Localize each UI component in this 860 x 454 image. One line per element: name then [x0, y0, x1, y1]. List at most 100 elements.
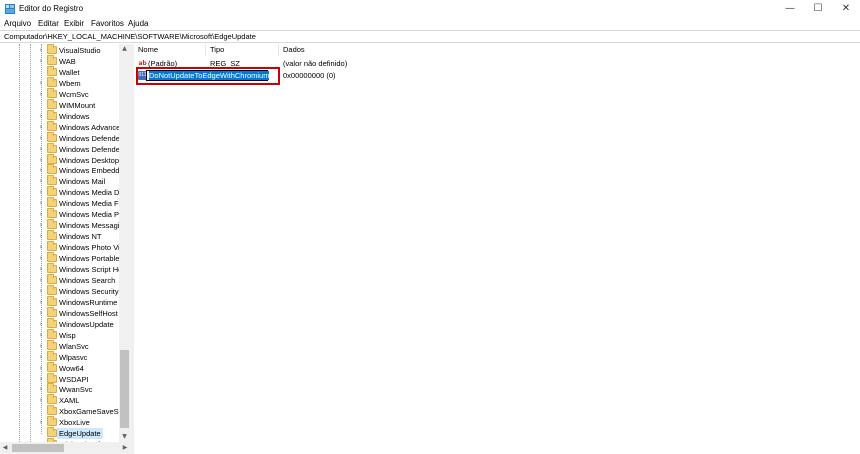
tree-item[interactable]: WIMMount: [0, 98, 122, 111]
expand-chevron-icon[interactable]: ›: [37, 320, 45, 328]
expand-chevron-icon[interactable]: ›: [37, 298, 45, 306]
expand-chevron-icon[interactable]: ›: [37, 353, 45, 361]
tree-item-label: WSDAPI: [59, 374, 89, 384]
tree-item[interactable]: › Wow64: [0, 361, 122, 374]
values-list[interactable]: Nome Tipo Dados ab (Padrão) REG_SZ (valo…: [134, 44, 860, 454]
expand-chevron-icon[interactable]: ›: [37, 221, 45, 229]
scroll-left-arrow-icon[interactable]: ◀: [0, 442, 10, 454]
tree-item[interactable]: › WindowsUpdate: [0, 317, 122, 330]
tree-item[interactable]: › WindowsRuntime: [0, 295, 122, 308]
tree-item[interactable]: › Windows Mail: [0, 175, 122, 187]
expand-chevron-icon[interactable]: ›: [37, 287, 45, 295]
expand-chevron-icon[interactable]: ›: [37, 112, 45, 120]
tree-item[interactable]: › Wlpasvc: [0, 350, 122, 363]
expand-chevron-icon[interactable]: ›: [37, 46, 45, 54]
address-path[interactable]: Computador\HKEY_LOCAL_MACHINE\SOFTWARE\M…: [4, 32, 256, 41]
tree-item[interactable]: › VisualStudio: [0, 44, 122, 56]
expand-chevron-icon[interactable]: ›: [37, 177, 45, 185]
expand-chevron-icon[interactable]: ›: [37, 123, 45, 131]
menu-editar[interactable]: Editar: [38, 19, 59, 28]
expand-chevron-icon[interactable]: ›: [37, 418, 45, 426]
tree-item-label: WIMMount: [59, 100, 96, 110]
window-title: Editor do Registro: [19, 4, 84, 13]
expand-chevron-icon[interactable]: ›: [37, 276, 45, 284]
tree-item[interactable]: › Windows Messagin: [0, 219, 124, 231]
tree-item[interactable]: › Windows Script Ho: [0, 263, 122, 275]
tree-item[interactable]: › Windows: [0, 109, 122, 122]
tree-item[interactable]: › Windows Defender: [0, 142, 123, 155]
tree-item[interactable]: › Wisp: [0, 328, 122, 341]
expand-chevron-icon[interactable]: ›: [37, 210, 45, 218]
expand-chevron-icon[interactable]: ›: [37, 145, 45, 153]
expand-chevron-icon[interactable]: ›: [37, 254, 45, 262]
expand-chevron-icon[interactable]: ›: [37, 331, 45, 339]
address-bar[interactable]: Computador\HKEY_LOCAL_MACHINE\SOFTWARE\M…: [0, 30, 860, 43]
tree-item[interactable]: Wallet: [0, 65, 122, 78]
tree-item[interactable]: › WlanSvc: [0, 339, 122, 352]
tree-item[interactable]: › Windows Desktop S: [0, 153, 126, 166]
tree-item-label: WindowsUpdate: [59, 319, 114, 329]
tree-item-label: Wlpasvc: [59, 352, 88, 362]
tree-scroll-thumb[interactable]: [120, 350, 129, 428]
tree-item[interactable]: › Windows Media De: [0, 186, 124, 198]
tree-item[interactable]: › Windows Security I: [0, 284, 123, 297]
expand-chevron-icon[interactable]: ›: [37, 232, 45, 240]
scroll-up-arrow-icon[interactable]: ▲: [119, 44, 130, 54]
tree-item[interactable]: › Windows Defender: [0, 131, 122, 144]
tree-item[interactable]: › Windows Photo Vie: [0, 241, 124, 253]
expand-chevron-icon[interactable]: ›: [37, 79, 45, 87]
expand-chevron-icon[interactable]: ›: [37, 385, 45, 393]
tree-item[interactable]: › Windows Media Pla: [0, 208, 125, 220]
registry-tree[interactable]: › VisualStudio › WAB Wallet › Wbem › WcmSvc WIMMo…: [0, 44, 130, 442]
close-button[interactable]: ✕: [832, 0, 860, 18]
expand-chevron-icon[interactable]: ›: [37, 396, 45, 404]
tree-hscroll-thumb[interactable]: [12, 444, 64, 452]
tree-item[interactable]: › XboxLive: [0, 416, 122, 428]
tree-item[interactable]: › Windows Media Fo: [0, 197, 123, 209]
tree-item[interactable]: › WwanSvc: [0, 383, 122, 395]
menu-favoritos[interactable]: Favoritos: [91, 19, 124, 28]
expand-chevron-icon[interactable]: ›: [37, 375, 45, 383]
maximize-button[interactable]: ☐: [804, 0, 832, 18]
expand-chevron-icon[interactable]: ›: [37, 243, 45, 251]
expand-chevron-icon[interactable]: ›: [37, 342, 45, 350]
tree-item[interactable]: › Windows NT: [0, 230, 122, 242]
tree-item[interactable]: › WcmSvc: [0, 87, 122, 100]
expand-chevron-icon[interactable]: ›: [37, 90, 45, 98]
tree-item[interactable]: › WSDAPI: [0, 372, 122, 385]
tree-item-label: Windows Defender: [59, 144, 123, 154]
expand-chevron-icon[interactable]: ›: [37, 199, 45, 207]
expand-chevron-icon[interactable]: ›: [37, 156, 45, 164]
tree-item[interactable]: › Windows Portable I: [0, 252, 124, 264]
expand-chevron-icon[interactable]: ›: [37, 364, 45, 372]
tree-item-label: Windows Embedde: [59, 166, 124, 176]
tree-horizontal-scrollbar[interactable]: ◀ ▶: [0, 442, 130, 454]
tree-item-label: Windows Advanced: [59, 122, 125, 132]
expand-chevron-icon[interactable]: ›: [37, 309, 45, 317]
tree-item[interactable]: › WindowsSelfHost: [0, 306, 122, 319]
scroll-right-arrow-icon[interactable]: ▶: [120, 442, 130, 454]
tree-item[interactable]: EdgeUpdate: [0, 427, 122, 440]
tree-item[interactable]: › Windows Search: [0, 273, 122, 286]
column-header-type[interactable]: Tipo: [206, 44, 279, 56]
tree-item[interactable]: XboxGameSaveStor: [0, 405, 127, 417]
expand-chevron-icon[interactable]: ›: [37, 265, 45, 273]
column-header-data[interactable]: Dados: [279, 44, 389, 56]
expand-chevron-icon[interactable]: ›: [37, 134, 45, 142]
tree-item[interactable]: › Windows Advanced: [0, 120, 125, 133]
tree-vertical-scrollbar[interactable]: ▲ ▼: [119, 44, 130, 442]
expand-chevron-icon[interactable]: ›: [37, 57, 45, 65]
menu-arquivo[interactable]: Arquivo: [4, 19, 31, 28]
tree-item[interactable]: › XAML: [0, 394, 122, 406]
menu-ajuda[interactable]: Ajuda: [128, 19, 148, 28]
tree-item[interactable]: › WAB: [0, 54, 122, 67]
tree-item[interactable]: › Windows Embedde: [0, 164, 124, 176]
expand-chevron-icon[interactable]: ›: [37, 188, 45, 196]
menu-exibir[interactable]: Exibir: [64, 19, 84, 28]
column-header-name[interactable]: Nome: [134, 44, 206, 56]
minimize-button[interactable]: —: [776, 0, 804, 18]
folder-icon: [47, 87, 57, 98]
tree-item[interactable]: › Wbem: [0, 76, 122, 89]
expand-chevron-icon[interactable]: ›: [37, 166, 45, 174]
scroll-down-arrow-icon[interactable]: ▼: [119, 432, 130, 442]
